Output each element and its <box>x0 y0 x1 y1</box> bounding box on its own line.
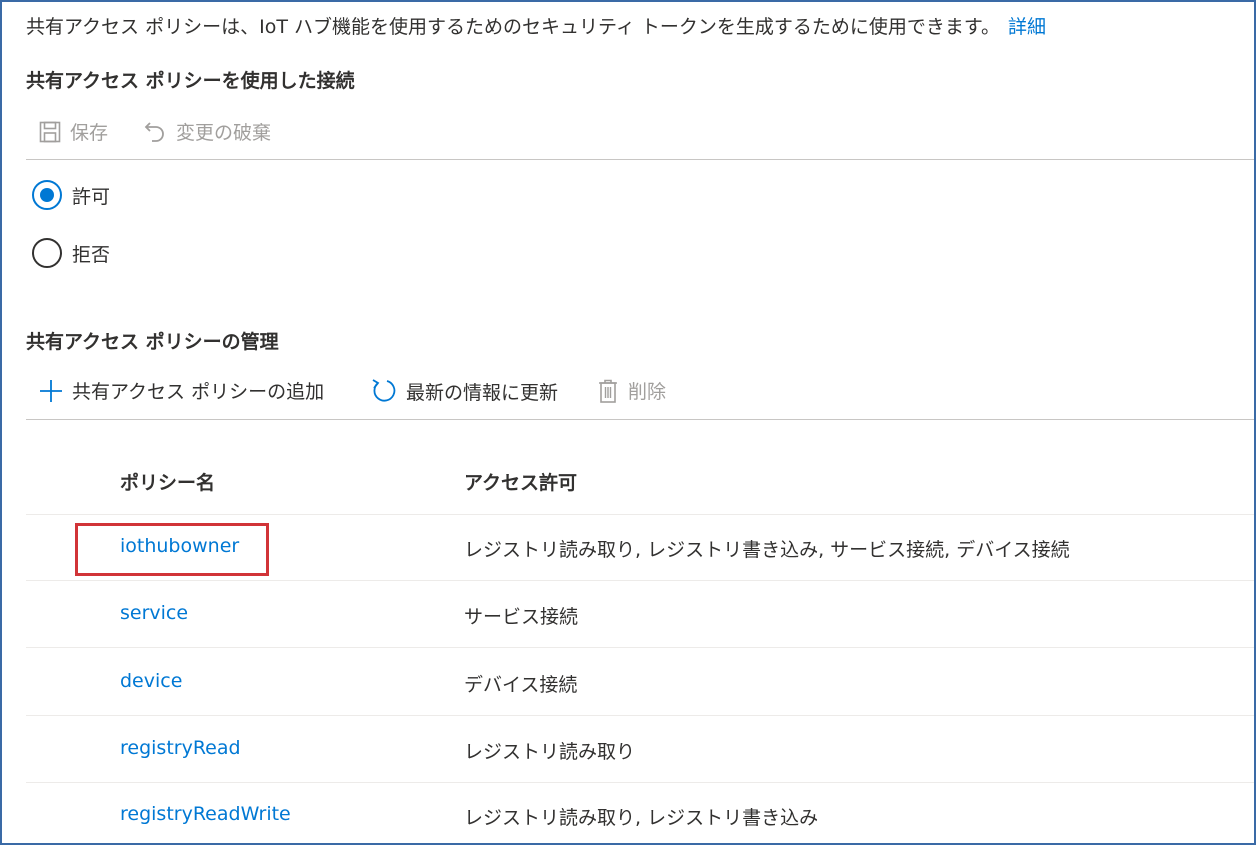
shared-access-policies-panel: 共有アクセス ポリシーは、IoT ハブ機能を使用するためのセキュリティ トークン… <box>0 0 1256 845</box>
policy-permissions: レジストリ読み取り, レジストリ書き込み <box>464 807 819 829</box>
delete-button[interactable]: 削除 <box>596 377 666 404</box>
row-divider <box>26 647 1254 648</box>
trash-icon <box>599 379 617 403</box>
description: 共有アクセス ポリシーは、IoT ハブ機能を使用するためのセキュリティ トークン… <box>26 12 1046 39</box>
radio-deny-label: 拒否 <box>72 243 111 266</box>
save-icon <box>39 121 61 142</box>
manage-section-title: 共有アクセス ポリシーの管理 <box>26 331 279 353</box>
policy-link[interactable]: registryRead <box>120 737 241 759</box>
radio-circle <box>32 238 62 268</box>
divider <box>26 419 1254 420</box>
connect-section-title: 共有アクセス ポリシーを使用した接続 <box>26 70 355 92</box>
radio-allow[interactable]: 許可 <box>32 180 110 210</box>
policy-link[interactable]: registryReadWrite <box>120 803 291 825</box>
row-divider <box>26 715 1254 716</box>
undo-icon <box>144 121 164 142</box>
refresh-icon <box>372 379 396 402</box>
row-divider <box>26 514 1254 515</box>
refresh-label: 最新の情報に更新 <box>406 381 559 404</box>
policy-link[interactable]: service <box>120 602 188 624</box>
radio-allow-label: 許可 <box>72 185 111 208</box>
column-header-permissions[interactable]: アクセス許可 <box>464 468 577 495</box>
policy-permissions: デバイス接続 <box>464 674 578 696</box>
highlight-box <box>75 523 269 576</box>
save-label: 保存 <box>70 122 109 144</box>
description-text: 共有アクセス ポリシーは、IoT ハブ機能を使用するためのセキュリティ トークン… <box>26 16 1000 38</box>
discard-label: 変更の破棄 <box>176 122 272 144</box>
policy-permissions: レジストリ読み取り <box>464 741 636 763</box>
policy-link[interactable]: device <box>120 670 182 692</box>
save-button[interactable]: 保存 <box>38 118 108 145</box>
refresh-button[interactable]: 最新の情報に更新 <box>370 377 558 405</box>
row-divider <box>26 782 1254 783</box>
discard-changes-button[interactable]: 変更の破棄 <box>142 118 271 145</box>
column-header-policy-name[interactable]: ポリシー名 <box>120 468 215 495</box>
row-divider <box>26 580 1254 581</box>
policy-permissions: サービス接続 <box>464 606 579 628</box>
divider <box>26 159 1254 160</box>
learn-more-link[interactable]: 詳細 <box>1008 16 1046 38</box>
policy-permissions: レジストリ読み取り, レジストリ書き込み, サービス接続, デバイス接続 <box>464 539 1070 561</box>
add-policy-button[interactable]: 共有アクセス ポリシーの追加 <box>38 377 324 404</box>
radio-circle-selected <box>32 180 62 210</box>
plus-icon <box>40 379 62 402</box>
radio-deny[interactable]: 拒否 <box>32 238 110 268</box>
add-policy-label: 共有アクセス ポリシーの追加 <box>72 381 325 403</box>
delete-label: 削除 <box>628 381 667 403</box>
